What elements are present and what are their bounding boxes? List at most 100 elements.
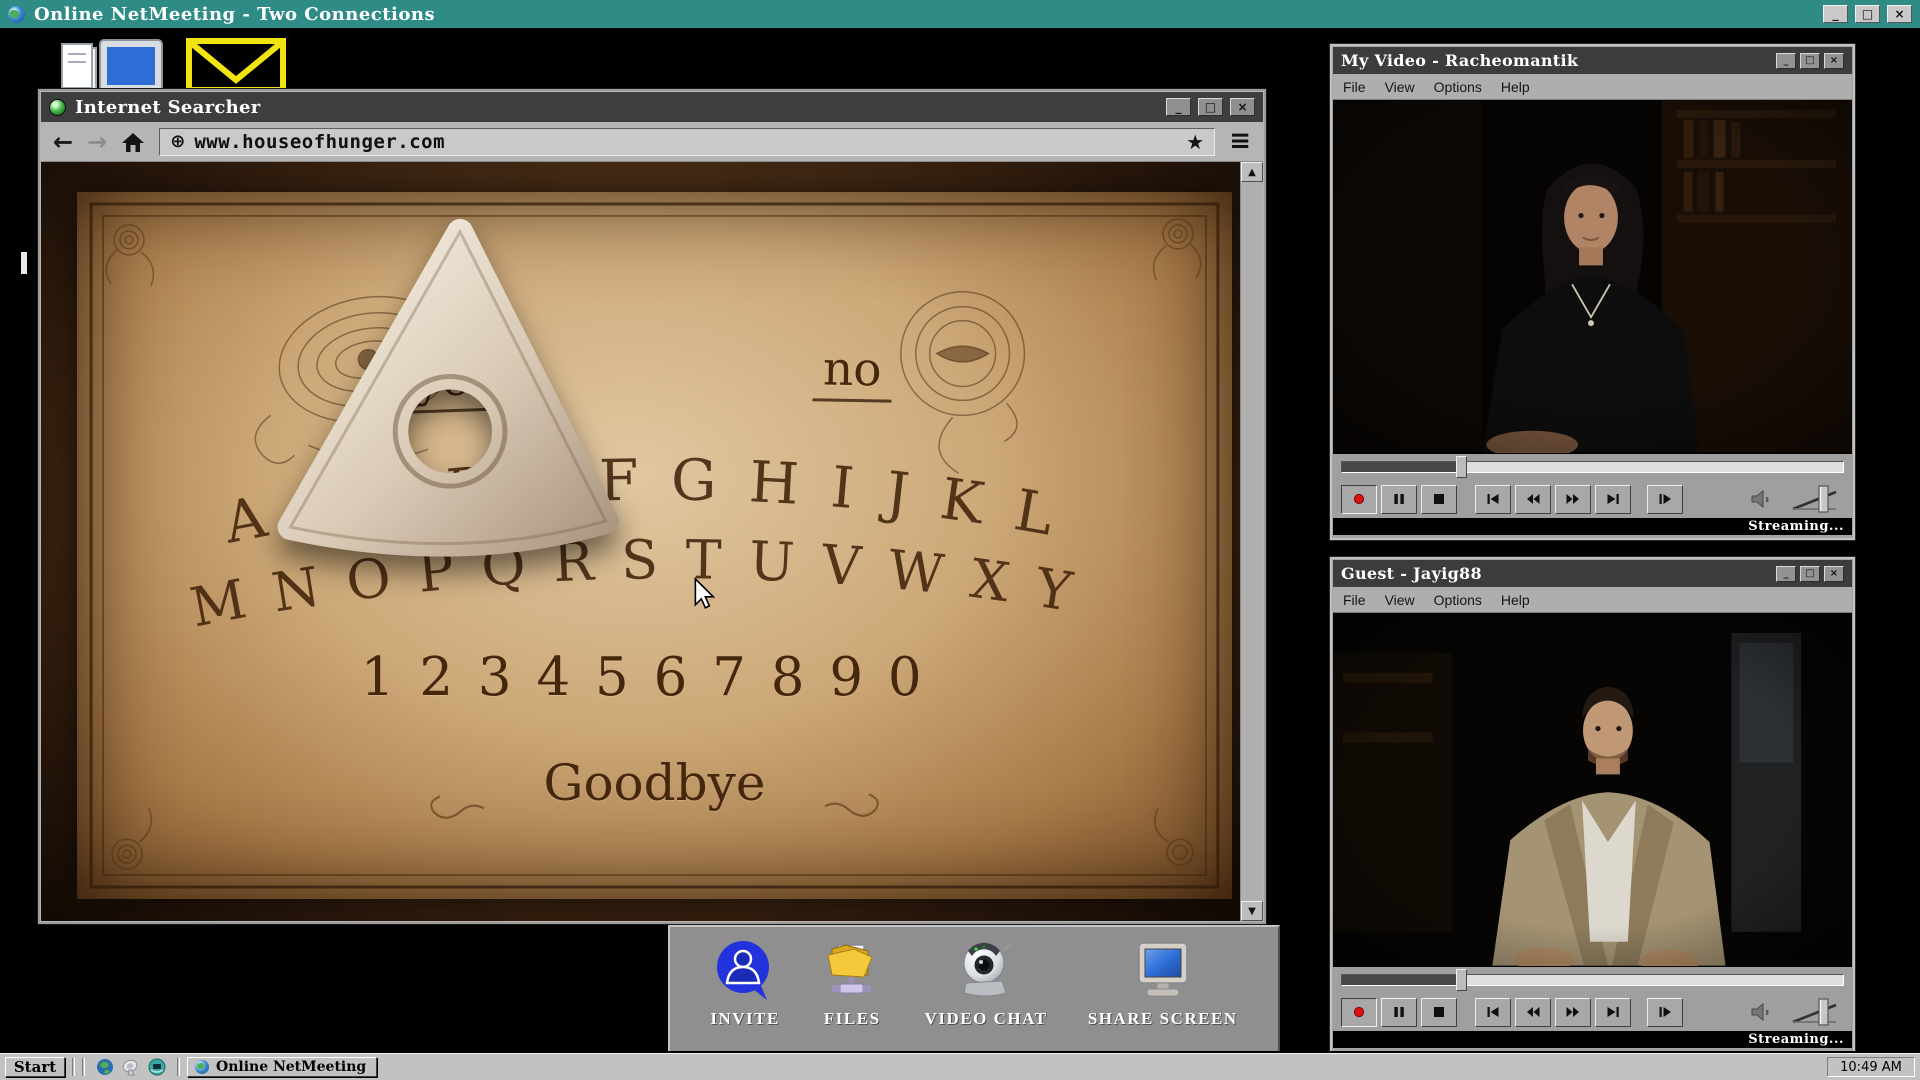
minimize-button[interactable]: _	[1823, 5, 1848, 23]
satellite-dish-icon[interactable]	[122, 1058, 140, 1076]
pause-button[interactable]	[1381, 998, 1417, 1027]
start-button[interactable]: Start	[5, 1057, 65, 1077]
browser-scrollbar[interactable]: ▲ ▼	[1241, 162, 1263, 921]
seek-thumb[interactable]	[1456, 456, 1467, 478]
url-field[interactable]: ⊕ www.houseofhunger.com ★	[159, 128, 1215, 156]
scroll-down-button[interactable]: ▼	[1241, 901, 1263, 921]
seek-thumb[interactable]	[1456, 969, 1467, 991]
guest-video-window: Guest - Jayig88 _ □ × File View Options …	[1329, 556, 1856, 1054]
guest-close-button[interactable]: ×	[1824, 566, 1844, 582]
guest-maximize-button[interactable]: □	[1800, 566, 1820, 582]
browser-maximize-button[interactable]: □	[1198, 98, 1223, 116]
invite-label: INVITE	[710, 1009, 779, 1029]
world-app-icon[interactable]	[148, 1058, 166, 1076]
record-button[interactable]	[1341, 998, 1377, 1027]
my-video-title: My Video - Racheomantik	[1341, 51, 1578, 70]
video-chat-label: VIDEO CHAT	[925, 1009, 1048, 1029]
man-video-scene	[1333, 613, 1852, 966]
files-button[interactable]: FILES	[820, 939, 884, 1029]
guest-title: Guest - Jayig88	[1341, 564, 1482, 583]
browser-close-button[interactable]: ×	[1230, 98, 1255, 116]
guest-menu-bar: File View Options Help	[1333, 587, 1852, 613]
board-letters-row2: M N O P Q R S T U V W X Y Z	[56, 162, 1104, 639]
my-video-feed	[1333, 100, 1852, 454]
woman-video-scene	[1333, 100, 1852, 453]
menu-help[interactable]: Help	[1501, 79, 1530, 95]
browser-window: Internet Searcher _ □ × ← → ⊕ www.houseo…	[37, 88, 1267, 925]
step-forward-button[interactable]	[1647, 998, 1683, 1027]
invite-button[interactable]: INVITE	[710, 939, 779, 1029]
network-folder-icon	[820, 939, 884, 1001]
browser-content: yes no 1 2 3 4 5 6 7 8 9 0 Goodbye	[41, 162, 1241, 921]
netmeeting-globe-icon	[8, 6, 25, 23]
fast-forward-button[interactable]	[1555, 998, 1591, 1027]
menu-view[interactable]: View	[1385, 592, 1415, 608]
guest-controls	[1333, 993, 1852, 1031]
guest-minimize-button[interactable]: _	[1776, 566, 1796, 582]
my-video-seek-bar[interactable]	[1333, 454, 1852, 480]
menu-view[interactable]: View	[1385, 79, 1415, 95]
lips-decoration	[901, 292, 1025, 473]
my-video-title-bar[interactable]: My Video - Racheomantik _ □ ×	[1333, 47, 1852, 74]
menu-file[interactable]: File	[1343, 79, 1366, 95]
guest-video-feed	[1333, 613, 1852, 967]
browser-globe-icon	[49, 99, 66, 116]
browser-title-bar[interactable]: Internet Searcher _ □ ×	[41, 92, 1263, 122]
netmeeting-action-bar: INVITE FILES VIDEO CHAT	[668, 925, 1280, 1053]
speaker-icon[interactable]	[1750, 488, 1776, 510]
ouija-board: yes no 1 2 3 4 5 6 7 8 9 0 Goodbye	[77, 192, 1232, 899]
taskbar-separator	[82, 1058, 85, 1076]
volume-slider[interactable]	[1790, 997, 1844, 1027]
close-button[interactable]: ×	[1887, 5, 1912, 23]
globe-quicklaunch-icon[interactable]	[96, 1058, 114, 1076]
forward-button[interactable]: →	[87, 130, 107, 154]
my-video-menu-bar: File View Options Help	[1333, 74, 1852, 100]
taskbar-clock[interactable]: 10:49 AM	[1827, 1057, 1915, 1077]
video-chat-button[interactable]: VIDEO CHAT	[925, 939, 1048, 1029]
rewind-button[interactable]	[1515, 485, 1551, 514]
my-video-close-button[interactable]: ×	[1824, 53, 1844, 69]
task-globe-icon	[195, 1060, 209, 1074]
browser-menu-button[interactable]: ≡	[1229, 131, 1251, 152]
skip-back-button[interactable]	[1475, 485, 1511, 514]
step-forward-button[interactable]	[1647, 485, 1683, 514]
guest-seek-bar[interactable]	[1333, 967, 1852, 993]
my-video-controls	[1333, 480, 1852, 518]
volume-slider[interactable]	[1790, 484, 1844, 514]
streaming-status: Streaming...	[1748, 519, 1844, 534]
stop-button[interactable]	[1421, 998, 1457, 1027]
skip-forward-button[interactable]	[1595, 998, 1631, 1027]
my-video-maximize-button[interactable]: □	[1800, 53, 1820, 69]
board-art: A B C D E F G H I J K L M N O P Q R S T …	[77, 192, 1232, 899]
guest-title-bar[interactable]: Guest - Jayig88 _ □ ×	[1333, 560, 1852, 587]
skip-back-button[interactable]	[1475, 998, 1511, 1027]
stop-button[interactable]	[1421, 485, 1457, 514]
desktop-computer-icon[interactable]	[58, 32, 168, 96]
scroll-up-button[interactable]: ▲	[1241, 162, 1263, 182]
browser-minimize-button[interactable]: _	[1166, 98, 1191, 116]
maximize-button[interactable]: □	[1855, 5, 1880, 23]
desktop-artifact	[21, 252, 27, 274]
goodbye-flourishes	[431, 794, 878, 817]
rewind-button[interactable]	[1515, 998, 1551, 1027]
fast-forward-button[interactable]	[1555, 485, 1591, 514]
speaker-icon[interactable]	[1750, 1001, 1776, 1023]
home-button[interactable]	[121, 131, 145, 153]
streaming-status: Streaming...	[1748, 1032, 1844, 1047]
menu-help[interactable]: Help	[1501, 592, 1530, 608]
bookmark-star-icon[interactable]: ★	[1186, 130, 1204, 154]
url-text[interactable]: www.houseofhunger.com	[194, 131, 1177, 153]
pause-button[interactable]	[1381, 485, 1417, 514]
browser-title: Internet Searcher	[75, 97, 261, 118]
menu-options[interactable]: Options	[1434, 592, 1482, 608]
menu-file[interactable]: File	[1343, 592, 1366, 608]
record-button[interactable]	[1341, 485, 1377, 514]
my-video-minimize-button[interactable]: _	[1776, 53, 1796, 69]
share-screen-button[interactable]: SHARE SCREEN	[1088, 939, 1238, 1029]
back-button[interactable]: ←	[53, 130, 73, 154]
skip-forward-button[interactable]	[1595, 485, 1631, 514]
menu-options[interactable]: Options	[1434, 79, 1482, 95]
taskbar-separator	[177, 1058, 180, 1076]
site-globe-icon: ⊕	[170, 131, 185, 152]
taskbar-task-netmeeting[interactable]: Online NetMeeting	[187, 1057, 377, 1077]
